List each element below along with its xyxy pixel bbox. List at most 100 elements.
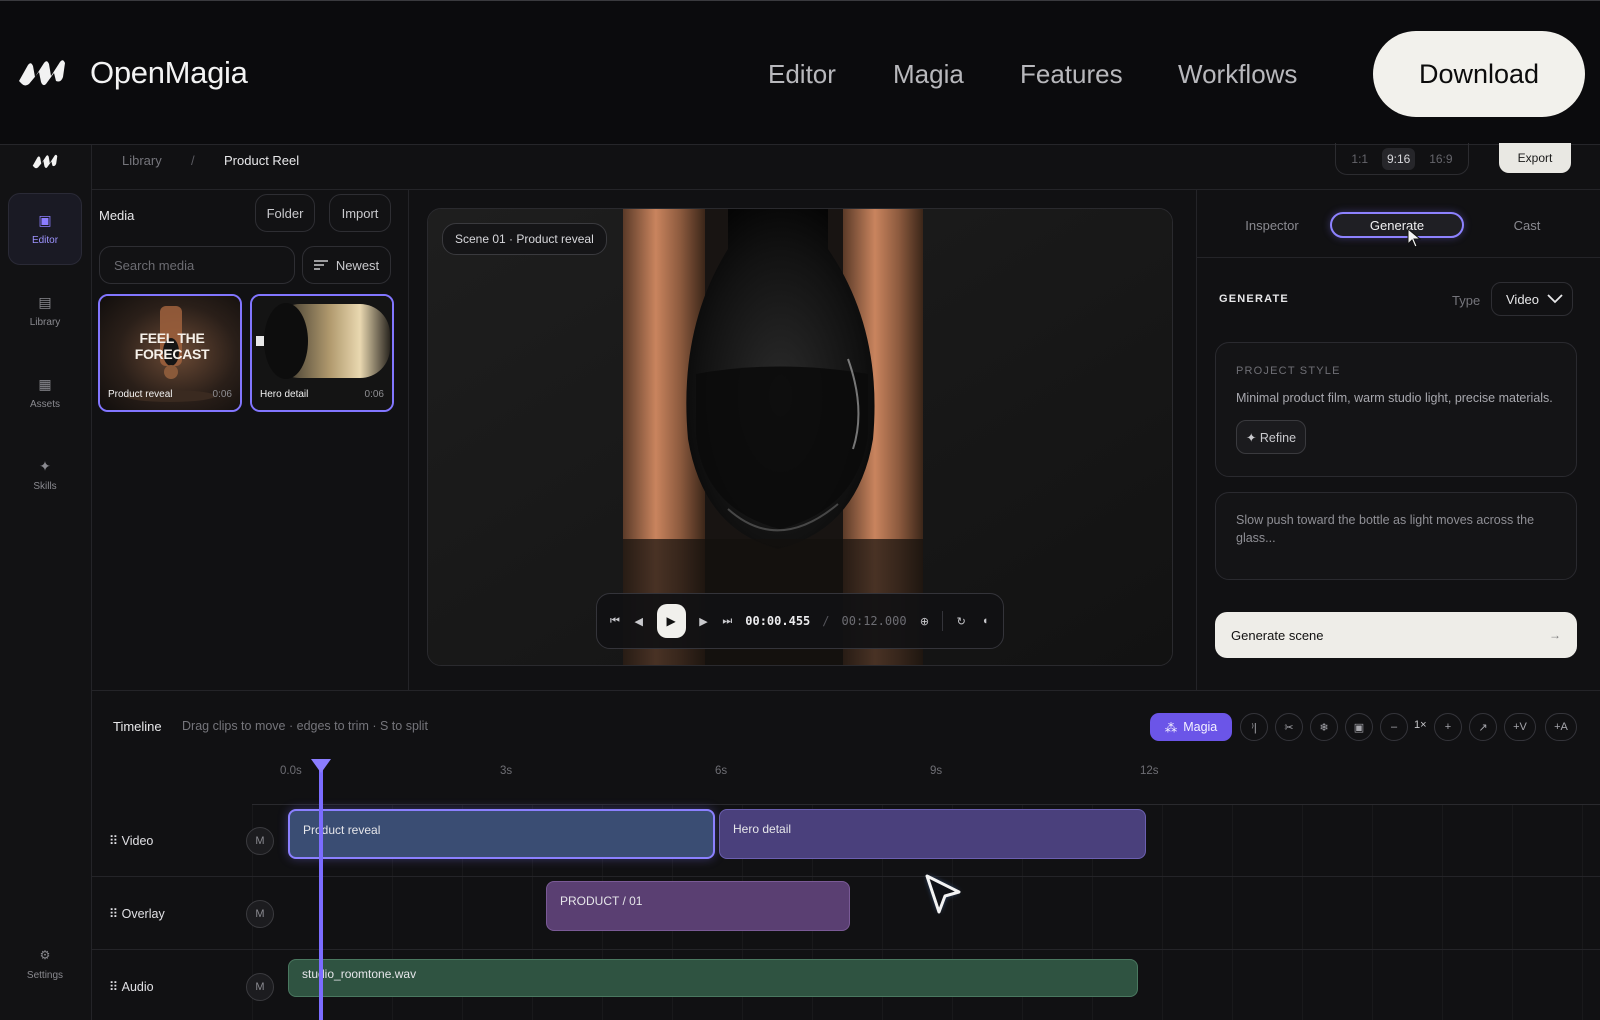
volume-icon[interactable]: ◖ (979, 615, 991, 627)
play-button[interactable]: ▶ (656, 604, 686, 638)
breadcrumb-current: Product Reel (224, 153, 300, 168)
media-panel: Media Folder Import Newest FEEL THE FORE (92, 190, 409, 690)
rail-item-label: Assets (29, 398, 60, 410)
freeze-tool-button[interactable]: ❄ (1310, 713, 1338, 741)
playhead-handle[interactable] (311, 759, 331, 773)
rail-item-library[interactable]: ▤ Library (8, 275, 82, 347)
openmagia-logo-icon[interactable] (16, 57, 68, 87)
rail-item-assets[interactable]: ▦ Assets (8, 357, 82, 429)
media-item[interactable]: Hero detail 0:06 (250, 294, 394, 412)
editor-app: ▣ Editor ▤ Library ▦ Assets ✦ Skills ⚙ S… (0, 143, 1600, 1020)
skip-start-icon[interactable]: ⏮ (609, 615, 621, 628)
time-ruler[interactable]: 0.0s 3s 6s 9s 12s (252, 761, 1600, 805)
time-separator: / (822, 614, 830, 628)
pointer-cursor-icon (925, 874, 961, 914)
thumbnail-overlay-text: FEEL THE FORECAST (134, 330, 210, 362)
trim-tool-button[interactable]: ⁾| (1240, 713, 1268, 741)
ruler-tick: 3s (500, 765, 513, 777)
track-label[interactable]: ⠿ Audio (109, 979, 154, 994)
magia-button[interactable]: ⁂ Magia (1150, 713, 1232, 741)
square-icon: ▣ (38, 211, 52, 228)
sort-button[interactable]: Newest (302, 246, 391, 284)
panel-tabs: Inspector Generate Cast (1197, 190, 1600, 258)
ratio-1-1[interactable]: 1:1 (1346, 148, 1373, 170)
ruler-tick: 6s (715, 765, 728, 777)
timeline-clip[interactable]: studio_roomtone.wav (288, 959, 1138, 997)
rail-item-settings[interactable]: ⚙ Settings (8, 928, 82, 1000)
add-audio-track-button[interactable]: +A (1545, 713, 1577, 741)
mouse-cursor-icon (1407, 228, 1421, 248)
transport-controls: ⏮ ◀ ▶ ▶ ⏭ 00:00.455 / 00:12.000 ⊕ ↻ ◖ (596, 593, 1004, 649)
project-style-heading: PROJECT STYLE (1236, 365, 1341, 377)
zoom-level: 1× (1414, 719, 1427, 731)
breadcrumb-library[interactable]: Library (122, 153, 162, 168)
ruler-tick: 12s (1140, 765, 1159, 777)
chevron-down-icon (1547, 294, 1563, 304)
section-heading: GENERATE (1219, 293, 1289, 305)
rail-item-label: Settings (26, 969, 64, 981)
divider (942, 611, 944, 631)
scene-label-chip: Scene 01 · Product reveal (442, 223, 607, 255)
gear-icon: ⚙ (39, 947, 51, 962)
mute-button[interactable]: M (246, 827, 274, 855)
nav-link-editor[interactable]: Editor (768, 59, 836, 90)
nav-link-magia[interactable]: Magia (893, 59, 964, 90)
aspect-ratio-group: 1:1 9:16 16:9 (1335, 143, 1469, 175)
magia-label: Magia (1183, 720, 1218, 734)
project-style-text: Minimal product film, warm studio light,… (1236, 391, 1553, 405)
play-icon: ▶ (666, 614, 676, 628)
rail-item-editor[interactable]: ▣ Editor (8, 193, 82, 265)
prompt-textarea[interactable]: Slow push toward the bottle as light mov… (1215, 492, 1577, 580)
add-video-track-button[interactable]: +V (1504, 713, 1536, 741)
openmagia-logo-icon[interactable] (31, 153, 59, 169)
generate-scene-button[interactable]: Generate scene → (1215, 612, 1577, 658)
track-label[interactable]: ⠿ Overlay (109, 906, 165, 921)
sort-icon (313, 260, 328, 270)
tab-generate[interactable]: Generate (1330, 212, 1464, 238)
export-button[interactable]: Export (1499, 143, 1571, 173)
sparkle-icon: ✦ (39, 457, 51, 474)
rail-item-label: Editor (31, 234, 59, 246)
media-title: Media (99, 208, 135, 223)
right-panel: Inspector Generate Cast GENERATE Type Vi… (1197, 190, 1600, 690)
brand-name[interactable]: OpenMagia (90, 55, 248, 91)
import-button[interactable]: Import (329, 194, 391, 232)
nav-link-workflows[interactable]: Workflows (1178, 59, 1297, 90)
search-media-input[interactable] (99, 246, 295, 284)
current-time: 00:00.455 (745, 614, 811, 628)
tab-cast[interactable]: Cast (1507, 212, 1547, 238)
media-item-duration: 0:06 (212, 389, 232, 400)
mute-button[interactable]: M (246, 900, 274, 928)
nav-link-features[interactable]: Features (1020, 59, 1123, 90)
target-icon[interactable]: ⊕ (919, 615, 931, 628)
zoom-in-button[interactable]: + (1434, 713, 1462, 741)
split-tool-button[interactable]: ✂ (1275, 713, 1303, 741)
playhead[interactable] (319, 759, 323, 1020)
type-select[interactable]: Video (1491, 282, 1573, 316)
loop-icon[interactable]: ↻ (955, 615, 967, 628)
folder-button[interactable]: Folder (255, 194, 315, 232)
ratio-9-16[interactable]: 9:16 (1381, 147, 1416, 170)
wand-icon: ⁂ (1164, 720, 1178, 735)
mute-button[interactable]: M (246, 973, 274, 1001)
download-button[interactable]: Download (1373, 31, 1585, 117)
snapshot-tool-button[interactable]: ▣ (1345, 713, 1373, 741)
zoom-out-button[interactable]: – (1380, 713, 1408, 741)
media-item[interactable]: FEEL THE FORECAST Product reveal 0:06 (98, 294, 242, 412)
expand-button[interactable]: ↗ (1469, 713, 1497, 741)
ratio-16-9[interactable]: 16:9 (1424, 148, 1457, 170)
tab-inspector[interactable]: Inspector (1242, 212, 1302, 238)
timeline-clip[interactable]: PRODUCT / 01 (546, 881, 850, 931)
timeline-clip[interactable]: Hero detail (719, 809, 1146, 859)
ruler-tick: 0.0s (280, 765, 302, 777)
track-label[interactable]: ⠿ Video (109, 833, 153, 848)
refine-button[interactable]: ✦ Refine (1236, 420, 1306, 454)
project-style-card: PROJECT STYLE Minimal product film, warm… (1215, 342, 1577, 477)
rail-item-skills[interactable]: ✦ Skills (8, 439, 82, 511)
step-back-icon[interactable]: ◀ (633, 615, 645, 628)
skip-end-icon[interactable]: ⏭ (721, 615, 733, 628)
grid-icon: ▦ (38, 375, 52, 392)
step-forward-icon[interactable]: ▶ (698, 615, 710, 628)
video-preview[interactable]: Scene 01 · Product reveal ⏮ ◀ ▶ ▶ ⏭ 00:0… (427, 208, 1173, 666)
timeline-clip[interactable]: Product reveal (288, 809, 715, 859)
